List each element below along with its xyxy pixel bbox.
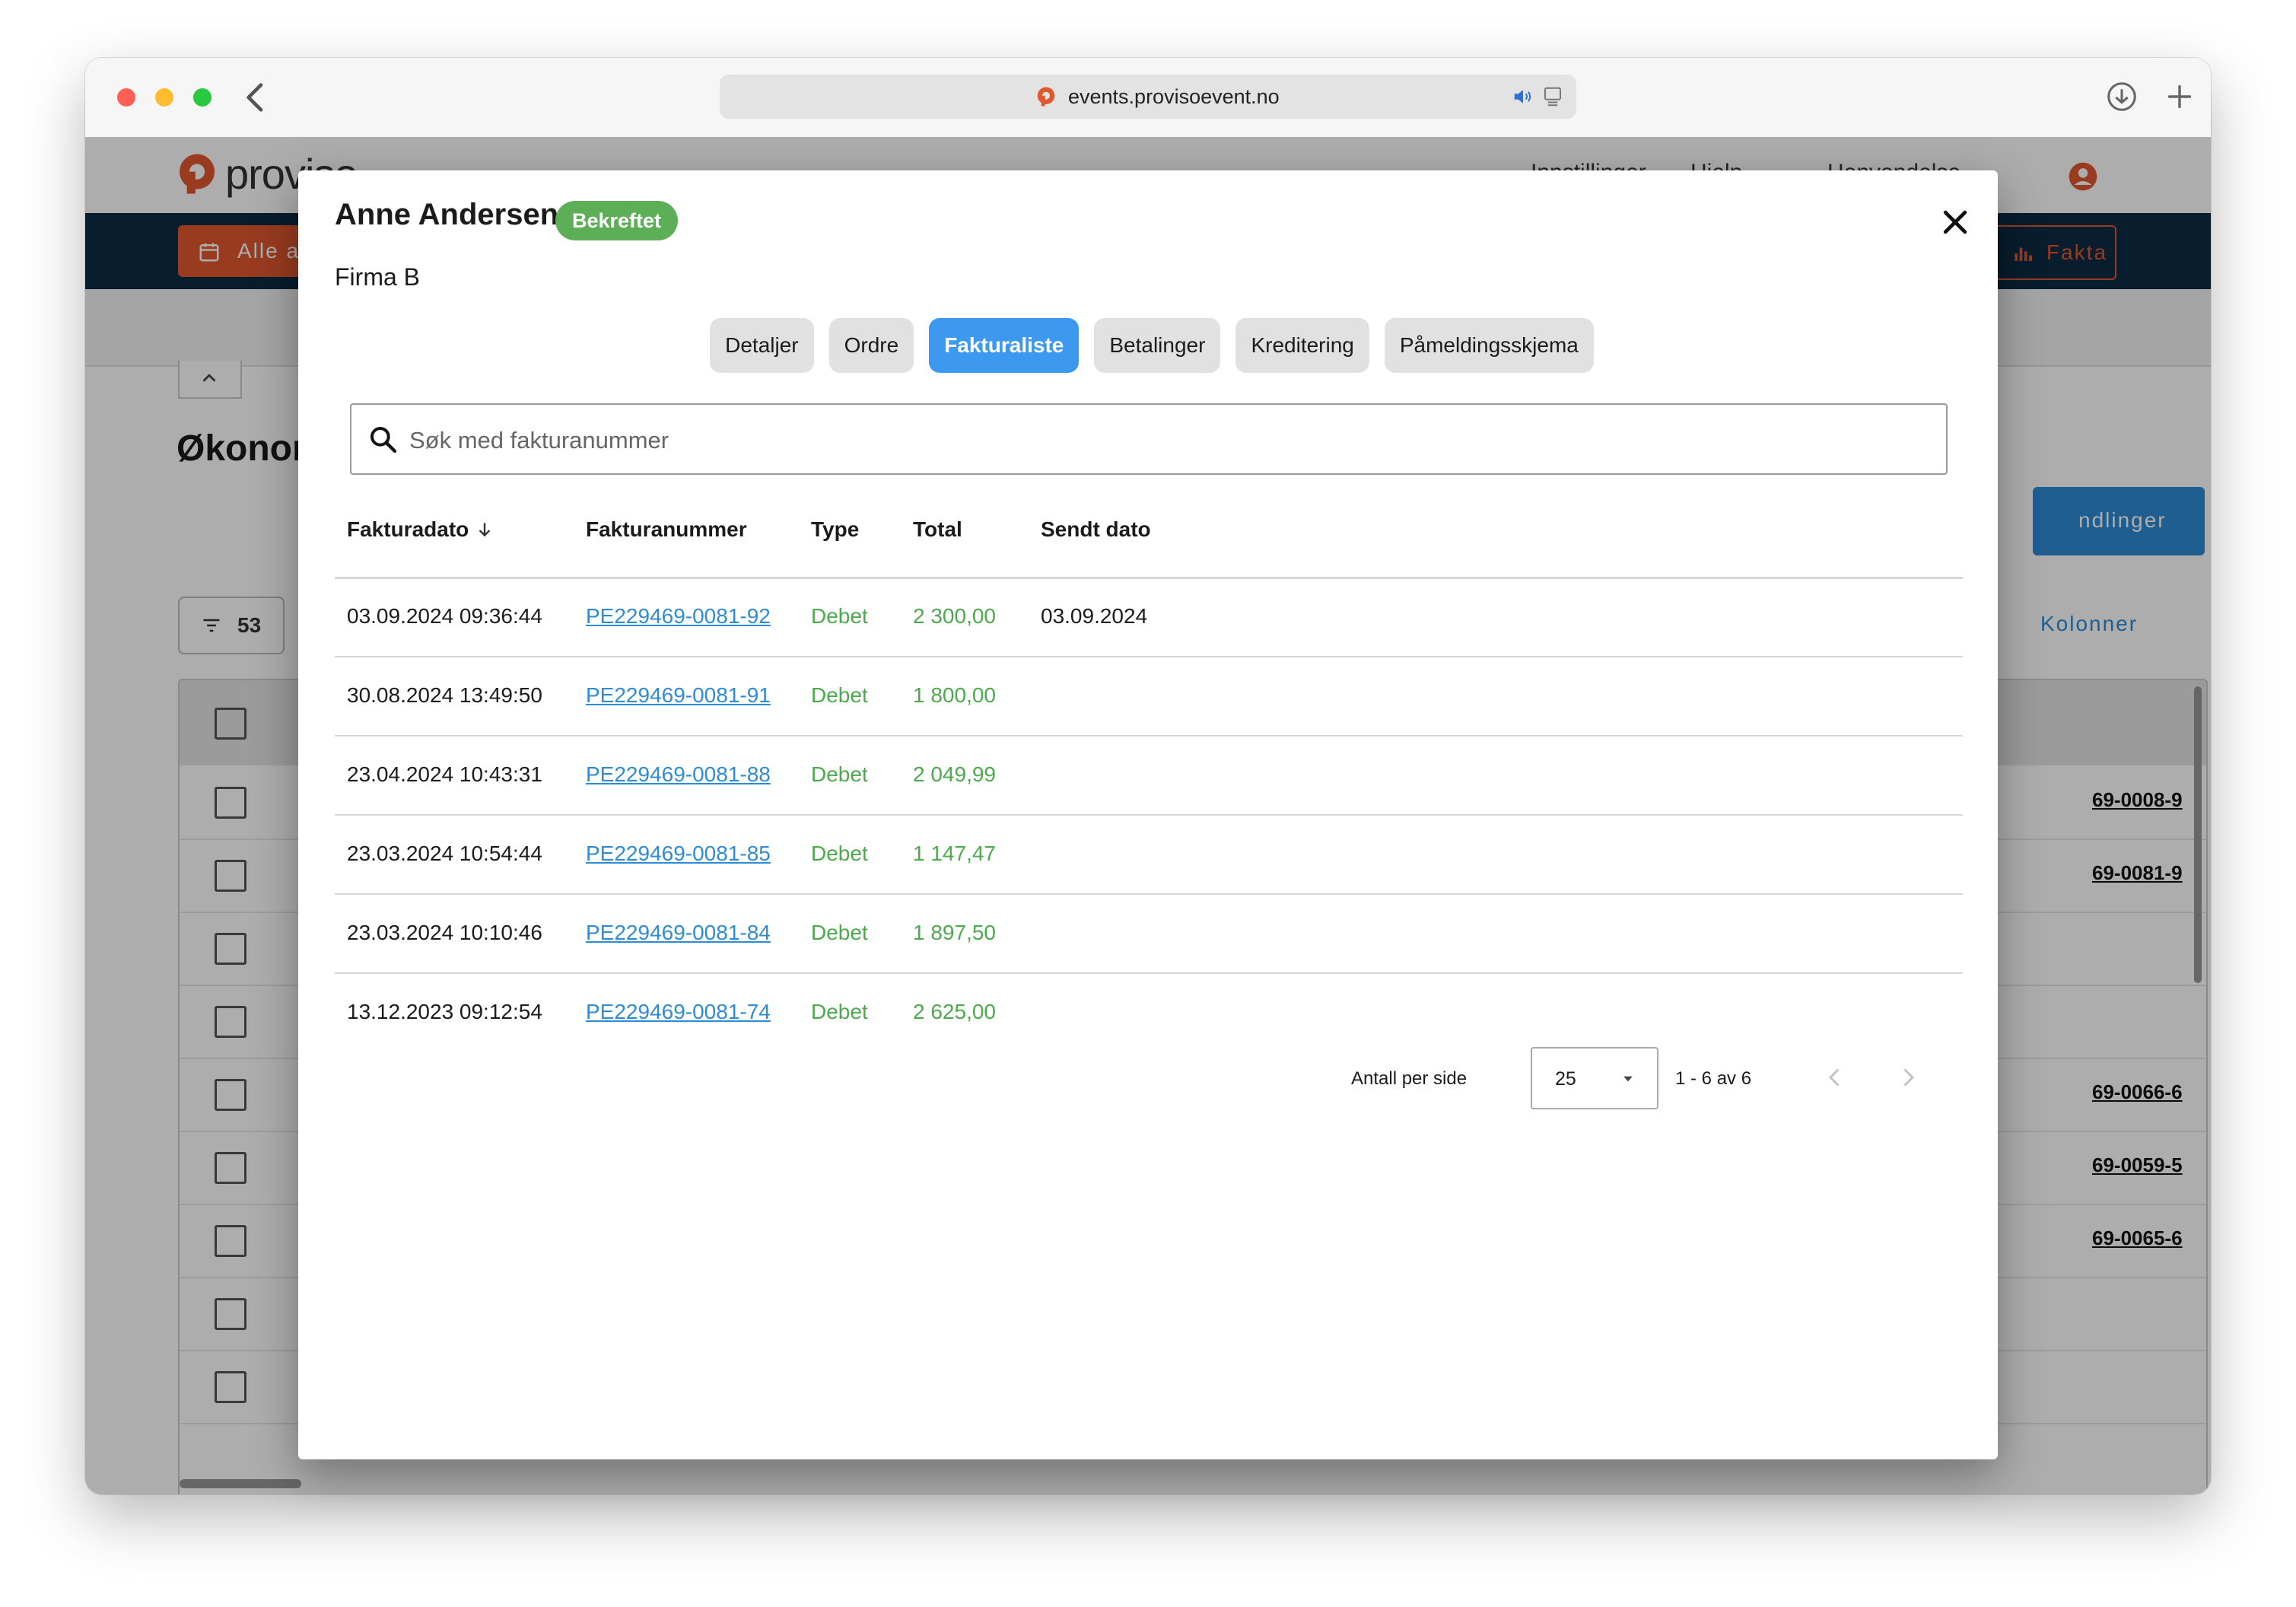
- status-badge: Bekreftet: [555, 201, 679, 240]
- invoice-number-link[interactable]: PE229469-0081-91: [586, 683, 771, 708]
- invoice-sent-date: 03.09.2024: [1041, 604, 1148, 628]
- invoice-date: 03.09.2024 09:36:44: [347, 604, 542, 628]
- site-favicon-icon: [1037, 87, 1055, 107]
- col-header-invoice-date[interactable]: Fakturadato: [347, 517, 494, 542]
- invoice-total: 1 897,50: [913, 921, 996, 944]
- invoice-date: 30.08.2024 13:49:50: [347, 683, 542, 707]
- invoice-list-dialog: Anne Andersen Bekreftet Firma B Detaljer…: [298, 170, 1998, 1459]
- table-row: 30.08.2024 13:49:50 PE229469-0081-91 Deb…: [335, 656, 1963, 737]
- col-header-sent-date[interactable]: Sendt dato: [1041, 517, 1151, 542]
- invoice-total: 1 800,00: [913, 683, 996, 707]
- minimize-window-button[interactable]: [155, 88, 173, 107]
- invoice-date: 23.03.2024 10:10:46: [347, 921, 542, 944]
- invoice-total: 2 625,00: [913, 1000, 996, 1023]
- dialog-tabs: Detaljer Ordre Fakturaliste Betalinger K…: [298, 318, 1998, 374]
- new-tab-icon[interactable]: [2162, 79, 2197, 114]
- caret-down-icon: [1623, 1076, 1633, 1082]
- invoice-type: Debet: [811, 1000, 868, 1023]
- audio-playing-icon[interactable]: [1511, 85, 1535, 108]
- downloads-icon[interactable]: [2104, 79, 2139, 114]
- tab-registration-form[interactable]: Påmeldingsskjema: [1384, 318, 1594, 373]
- invoice-number-link[interactable]: PE229469-0081-84: [586, 921, 771, 945]
- tab-details[interactable]: Detaljer: [710, 318, 814, 373]
- table-header-row: Fakturadato Fakturanummer Type Total Sen…: [335, 487, 1963, 579]
- invoice-number-link[interactable]: PE229469-0081-88: [586, 762, 771, 787]
- tab-orders[interactable]: Ordre: [828, 318, 914, 373]
- per-page-select[interactable]: 25: [1531, 1047, 1658, 1109]
- invoice-search-box[interactable]: [350, 403, 1948, 475]
- participant-name: Anne Andersen: [335, 198, 559, 231]
- col-header-invoice-number[interactable]: Fakturanummer: [586, 517, 747, 542]
- browser-toolbar: events.provisoevent.no: [85, 58, 2211, 138]
- back-icon[interactable]: [234, 76, 277, 119]
- tab-payments[interactable]: Betalinger: [1094, 318, 1221, 373]
- address-bar[interactable]: events.provisoevent.no: [720, 75, 1576, 119]
- table-row: 23.04.2024 10:43:31 PE229469-0081-88 Deb…: [335, 735, 1963, 816]
- invoice-type: Debet: [811, 683, 868, 707]
- tab-credits[interactable]: Kreditering: [1235, 318, 1369, 373]
- invoice-search-input[interactable]: [408, 422, 1917, 460]
- invoice-type: Debet: [811, 604, 868, 628]
- close-window-button[interactable]: [117, 88, 135, 107]
- invoice-date: 13.12.2023 09:12:54: [347, 1000, 542, 1023]
- table-row: 23.03.2024 10:54:44 PE229469-0081-85 Deb…: [335, 814, 1963, 895]
- invoice-total: 1 147,47: [913, 842, 996, 865]
- invoice-total: 2 049,99: [913, 762, 996, 786]
- table-row: 23.03.2024 10:10:46 PE229469-0081-84 Deb…: [335, 893, 1963, 974]
- pagination: Antall per side 25 1 - 6 av 6: [335, 1047, 1963, 1111]
- arrow-down-icon: [479, 523, 491, 537]
- invoice-type: Debet: [811, 842, 868, 865]
- reader-mode-icon[interactable]: [1541, 84, 1564, 109]
- col-header-total[interactable]: Total: [913, 517, 962, 542]
- table-row: 03.09.2024 09:36:44 PE229469-0081-92 Deb…: [335, 577, 1963, 657]
- search-icon: [370, 427, 397, 453]
- col-header-invoice-date-label: Fakturadato: [347, 517, 469, 541]
- col-header-type[interactable]: Type: [811, 517, 859, 542]
- chevron-right-icon[interactable]: [1894, 1064, 1922, 1091]
- invoice-total: 2 300,00: [913, 604, 996, 628]
- invoice-number-link[interactable]: PE229469-0081-85: [586, 842, 771, 866]
- company-name: Firma B: [335, 263, 420, 291]
- close-icon[interactable]: [1938, 205, 1972, 239]
- invoice-type: Debet: [811, 762, 868, 786]
- zoom-window-button[interactable]: [193, 88, 211, 107]
- invoice-date: 23.04.2024 10:43:31: [347, 762, 542, 786]
- invoice-type: Debet: [811, 921, 868, 944]
- tab-invoice-list[interactable]: Fakturaliste: [929, 318, 1080, 373]
- per-page-label: Antall per side: [1351, 1068, 1468, 1089]
- invoice-date: 23.03.2024 10:54:44: [347, 842, 542, 865]
- invoice-number-link[interactable]: PE229469-0081-74: [586, 1000, 771, 1024]
- url-text: events.provisoevent.no: [1068, 85, 1280, 108]
- invoice-number-link[interactable]: PE229469-0081-92: [586, 604, 771, 628]
- per-page-value: 25: [1555, 1068, 1576, 1090]
- chevron-left-icon[interactable]: [1821, 1064, 1849, 1091]
- page-range: 1 - 6 av 6: [1675, 1068, 1752, 1089]
- table-row: 13.12.2023 09:12:54 PE229469-0081-74 Deb…: [335, 972, 1963, 1052]
